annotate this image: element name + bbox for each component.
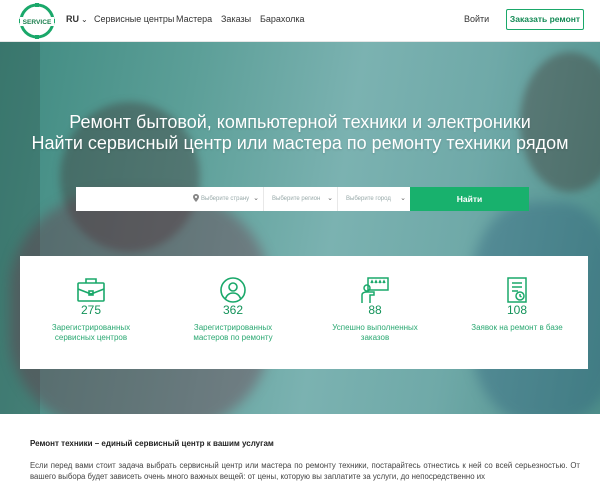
chevron-down-icon: ⌄ xyxy=(253,195,259,202)
stat-label: Заявок на ремонт в базе xyxy=(446,323,588,333)
language-label: RU xyxy=(66,14,79,24)
search-input[interactable] xyxy=(76,187,191,211)
login-link[interactable]: Войти xyxy=(464,14,489,24)
content-title: Ремонт техники – единый сервисный центр … xyxy=(30,439,274,448)
search-bar: Выберите страну ⌄ Выберите регион ⌄ Выбе… xyxy=(76,187,529,211)
briefcase-icon xyxy=(77,278,105,302)
order-list-icon xyxy=(507,277,527,303)
stat-label-line: мастеров по ремонту xyxy=(193,333,273,342)
service-logo[interactable]: SERVICE xyxy=(18,3,56,39)
find-button[interactable]: Найти xyxy=(410,187,529,211)
stat-label-line: Зарегистрированных xyxy=(193,323,273,332)
stat-label-line: заказов xyxy=(360,333,390,342)
stat-value: 88 xyxy=(368,303,382,317)
stat-label-line: Заявок на ремонт в базе xyxy=(471,323,563,332)
stat-service-centers[interactable]: 275 Зарегистрированных сервисных центров xyxy=(20,256,162,369)
stat-value: 108 xyxy=(506,303,528,317)
order-repair-button[interactable]: Заказать ремонт xyxy=(506,9,584,30)
stat-label-line: Зарегистрированных xyxy=(51,323,131,332)
chevron-down-icon: ⌄ xyxy=(327,195,333,202)
stat-label-line: сервисных центров xyxy=(54,333,128,342)
hero-title-line1: Ремонт бытовой, компьютерной техники и э… xyxy=(69,112,531,132)
stat-masters[interactable]: 362 Зарегистрированных мастеров по ремон… xyxy=(162,256,304,369)
site-header: SERVICE RU ⌄ Сервисные центры Мастера Зак… xyxy=(0,0,600,42)
stat-repair-requests[interactable]: 108 Заявок на ремонт в базе xyxy=(446,256,588,369)
country-select[interactable]: Выберите страну ⌄ xyxy=(191,187,263,211)
region-select[interactable]: Выберите регион ⌄ xyxy=(263,187,337,211)
chevron-down-icon: ⌄ xyxy=(81,15,88,24)
city-select[interactable]: Выберите город ⌄ xyxy=(337,187,410,211)
language-selector[interactable]: RU ⌄ xyxy=(66,14,88,24)
rating-board-icon xyxy=(361,277,389,303)
stat-label-line: Успешно выполненных xyxy=(332,323,418,332)
stats-card: 275 Зарегистрированных сервисных центров… xyxy=(20,256,588,369)
hero-title-line2: Найти сервисный центр или мастера по рем… xyxy=(31,133,569,153)
stat-label: Зарегистрированных сервисных центров xyxy=(20,323,162,343)
nav-orders[interactable]: Заказы xyxy=(221,14,251,24)
stat-label: Успешно выполненных заказов xyxy=(304,323,446,343)
nav-service-centers[interactable]: Сервисные центры xyxy=(94,14,174,24)
stat-value: 275 xyxy=(80,303,102,317)
logo-text: SERVICE xyxy=(23,19,52,26)
region-select-placeholder: Выберите регион xyxy=(272,196,321,202)
content-paragraph: Если перед вами стоит задача выбрать сер… xyxy=(30,461,580,481)
stat-value: 362 xyxy=(222,303,244,317)
location-pin-icon xyxy=(193,194,199,202)
country-select-placeholder: Выберите страну xyxy=(201,196,250,202)
nav-flea-market[interactable]: Барахолка xyxy=(260,14,305,24)
stat-label: Зарегистрированных мастеров по ремонту xyxy=(162,323,304,343)
user-icon xyxy=(220,277,246,303)
city-select-placeholder: Выберите город xyxy=(346,196,391,202)
chevron-down-icon: ⌄ xyxy=(400,195,406,202)
nav-masters[interactable]: Мастера xyxy=(176,14,212,24)
stat-completed-orders[interactable]: 88 Успешно выполненных заказов xyxy=(304,256,446,369)
